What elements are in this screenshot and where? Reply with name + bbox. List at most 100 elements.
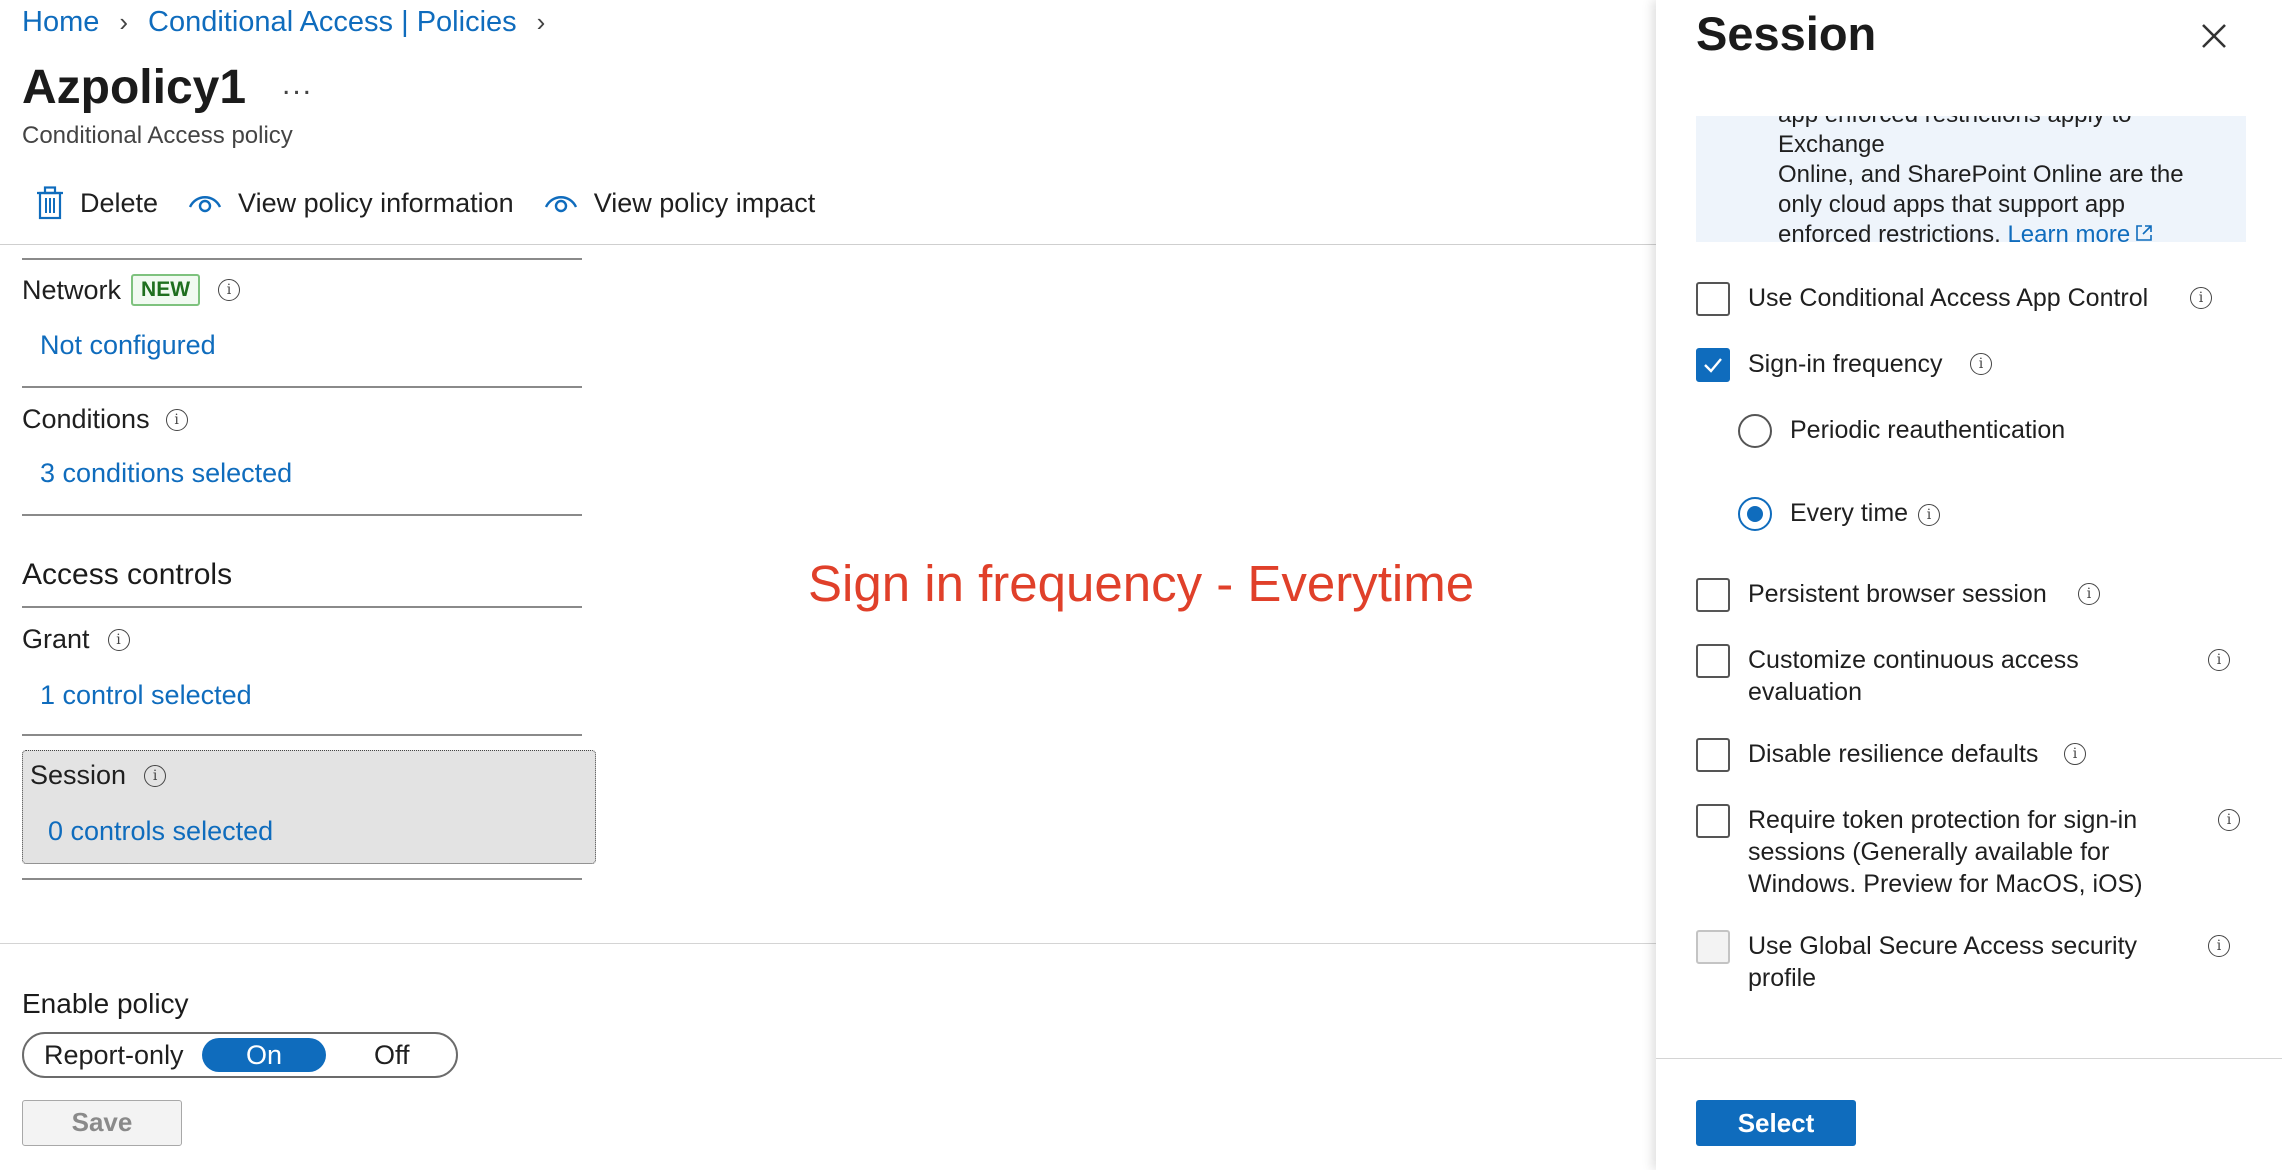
option-signin-frequency: Sign-in frequency	[1696, 348, 1943, 382]
app-control-checkbox[interactable]	[1696, 282, 1730, 316]
more-options-icon[interactable]: ...	[282, 68, 313, 102]
info-message-line: only cloud apps that support app	[1778, 191, 2125, 218]
info-icon[interactable]: i	[1918, 504, 1940, 526]
network-section-label: Network NEW i	[22, 274, 241, 306]
session-panel: Session app enforced restrictions apply …	[1656, 0, 2282, 1170]
network-value-link[interactable]: Not configured	[40, 330, 216, 361]
breadcrumb: Home › Conditional Access | Policies ›	[22, 6, 565, 39]
info-icon[interactable]: i	[2064, 743, 2086, 765]
delete-label: Delete	[80, 187, 159, 218]
info-icon[interactable]: i	[2218, 809, 2240, 831]
info-icon[interactable]: i	[218, 279, 241, 301]
close-icon[interactable]	[2198, 20, 2230, 52]
info-icon[interactable]: i	[165, 408, 188, 431]
token-protection-checkbox[interactable]	[1696, 804, 1730, 838]
command-bar: Delete View policy information View poli…	[36, 186, 845, 220]
every-time-radio[interactable]	[1738, 497, 1772, 531]
token-protection-label-line: sessions (Generally available for	[1748, 838, 2110, 866]
trash-icon	[37, 186, 63, 220]
global-secure-access-checkbox[interactable]	[1696, 930, 1730, 964]
external-link-icon[interactable]	[2134, 223, 2154, 242]
info-icon[interactable]: i	[2190, 287, 2212, 309]
toggle-option-report-only[interactable]: Report-only	[44, 1040, 184, 1071]
section-divider	[22, 514, 582, 516]
info-icon[interactable]: i	[2208, 649, 2230, 671]
disable-resilience-defaults-checkbox[interactable]	[1696, 738, 1730, 772]
token-protection-label-line: Windows. Preview for MacOS, iOS)	[1748, 870, 2143, 898]
option-persistent-browser-session: Persistent browser session	[1696, 578, 2047, 612]
page-title: Azpolicy1	[22, 61, 247, 114]
conditions-section-label: Conditions i	[22, 404, 188, 435]
network-label: Network	[22, 274, 122, 305]
new-badge: NEW	[131, 274, 201, 306]
option-app-control: Use Conditional Access App Control	[1696, 282, 2148, 316]
eye-icon	[188, 196, 222, 213]
section-divider	[22, 878, 582, 880]
chevron-right-icon: ›	[119, 7, 129, 37]
global-secure-access-label: Use Global Secure Access security profil…	[1748, 930, 2137, 994]
info-icon[interactable]: i	[2078, 583, 2100, 605]
global-secure-access-label-line: profile	[1748, 964, 1817, 992]
option-global-secure-access: Use Global Secure Access security profil…	[1696, 930, 2137, 994]
periodic-reauthentication-radio[interactable]	[1738, 414, 1772, 448]
periodic-reauthentication-label: Periodic reauthentication	[1790, 416, 2066, 444]
breadcrumb-policies[interactable]: Conditional Access | Policies	[148, 6, 517, 39]
select-button[interactable]: Select	[1696, 1100, 1856, 1146]
eye-icon	[544, 196, 577, 213]
every-time-label: Every time	[1790, 499, 1909, 527]
annotation-text: Sign in frequency - Everytime	[808, 555, 1475, 612]
save-button[interactable]: Save	[22, 1100, 182, 1146]
signin-frequency-label: Sign-in frequency	[1748, 350, 1943, 378]
cae-checkbox[interactable]	[1696, 644, 1730, 678]
cae-label: Customize continuous access evaluation	[1748, 644, 2079, 708]
section-divider	[22, 386, 582, 388]
info-message-line-text: enforced restrictions.	[1778, 221, 2001, 242]
signin-frequency-checkbox[interactable]	[1696, 348, 1730, 382]
panel-footer-divider	[1656, 1058, 2282, 1059]
app-control-label: Use Conditional Access App Control	[1748, 284, 2149, 312]
persistent-browser-session-label: Persistent browser session	[1748, 580, 2047, 608]
disable-resilience-defaults-label: Disable resilience defaults	[1748, 740, 2039, 768]
section-divider	[22, 734, 582, 736]
view-policy-impact-button[interactable]: View policy impact	[544, 187, 816, 219]
conditions-label: Conditions	[22, 404, 150, 434]
content-divider	[0, 943, 1656, 944]
checkmark-icon	[1704, 358, 1722, 373]
global-secure-access-label-line: Use Global Secure Access security	[1748, 932, 2138, 960]
session-value-link[interactable]: 0 controls selected	[48, 816, 273, 847]
info-icon[interactable]: i	[1970, 353, 1992, 375]
cae-label-line: Customize continuous access	[1748, 646, 2079, 674]
grant-value-link[interactable]: 1 control selected	[40, 680, 252, 711]
enable-policy-toggle: Report-only On Off	[22, 1032, 458, 1078]
learn-more-link[interactable]: Learn more	[2007, 221, 2130, 242]
access-controls-heading: Access controls	[22, 558, 233, 591]
info-icon[interactable]: i	[107, 628, 130, 651]
toggle-option-off[interactable]: Off	[374, 1040, 410, 1071]
toggle-option-on[interactable]: On	[202, 1038, 326, 1072]
option-every-time: Every time	[1738, 497, 1908, 531]
info-icon[interactable]: i	[144, 764, 167, 787]
view-policy-impact-label: View policy impact	[593, 187, 816, 218]
chevron-right-icon: ›	[536, 7, 546, 37]
info-icon[interactable]: i	[2208, 935, 2230, 957]
panel-title: Session	[1696, 7, 1877, 60]
grant-label: Grant	[22, 624, 90, 654]
page-subtitle: Conditional Access policy	[22, 122, 293, 149]
delete-button[interactable]: Delete	[36, 186, 158, 220]
option-disable-resilience-defaults: Disable resilience defaults	[1696, 738, 2038, 772]
persistent-browser-session-checkbox[interactable]	[1696, 578, 1730, 612]
cae-label-line: evaluation	[1748, 678, 1862, 706]
option-token-protection: Require token protection for sign-in ses…	[1696, 804, 2143, 900]
token-protection-label-line: Require token protection for sign-in	[1748, 806, 2138, 834]
section-divider	[22, 606, 582, 608]
toolbar-divider	[0, 244, 1656, 245]
info-message-text: app enforced restrictions apply to Excha…	[1778, 116, 2218, 242]
conditions-value-link[interactable]: 3 conditions selected	[40, 458, 292, 489]
view-policy-information-button[interactable]: View policy information	[188, 188, 514, 219]
enable-policy-label: Enable policy	[22, 988, 189, 1019]
option-periodic-reauthentication: Periodic reauthentication	[1738, 414, 2065, 448]
info-message-cut-line: app enforced restrictions apply to Excha…	[1778, 116, 2132, 158]
breadcrumb-home[interactable]: Home	[22, 6, 99, 39]
grant-section-label: Grant i	[22, 624, 130, 655]
section-divider	[22, 258, 582, 260]
